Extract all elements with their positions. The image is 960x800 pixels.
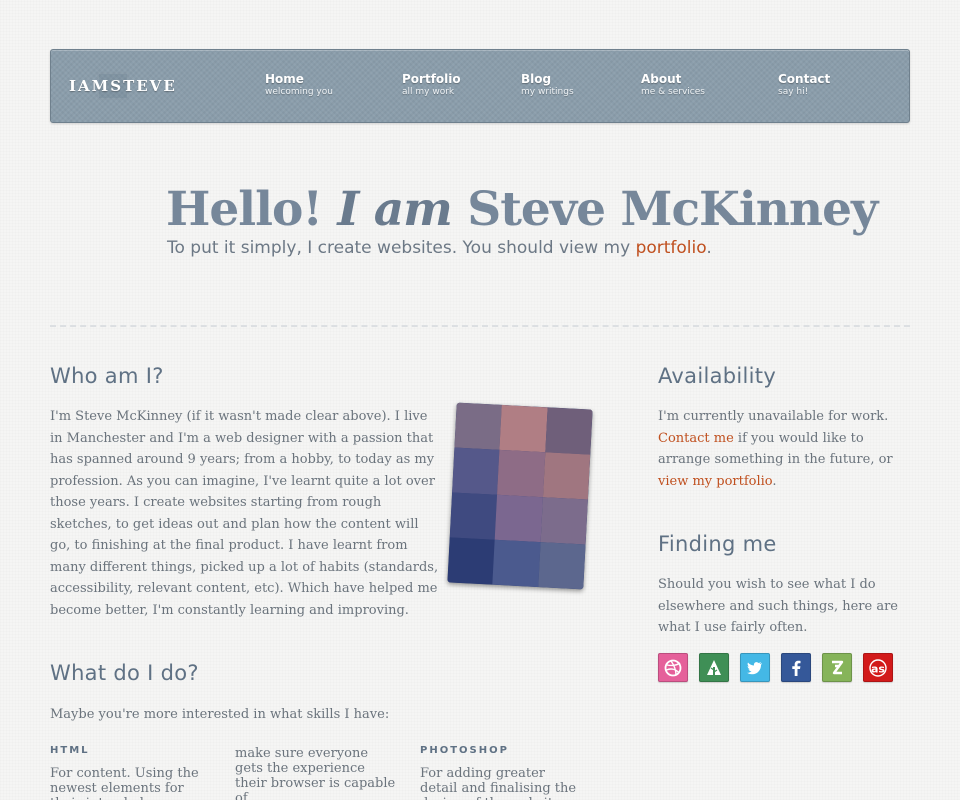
facebook-icon[interactable] [781,653,811,682]
hero-subtitle: To put it simply, I create websites. You… [167,238,712,258]
lastfm-icon[interactable]: as [863,653,893,682]
portfolio-link[interactable]: portfolio [636,238,707,258]
nav-item-title: Blog [521,72,552,86]
nav-item-blog[interactable]: Blog my writings [521,72,574,98]
nav-item-contact[interactable]: Contact say hi! [778,72,830,98]
nav-item-title: Contact [778,72,831,86]
nav-item-home[interactable]: Home welcoming you [265,72,333,98]
hero-hello: Hello! [166,182,338,237]
contact-link[interactable]: Contact me [658,431,734,446]
hero-title: Hello! I am Steve McKinney [166,180,878,240]
who-heading: Who am I? [50,364,164,388]
hero-sub-end: . [706,238,712,258]
nav-item-subtitle: say hi! [778,87,809,97]
site-navigation: IAMSTEVE Home welcoming you Portfolio al… [50,49,910,123]
nav-item-subtitle: welcoming you [265,87,333,97]
skill-text-css: make sure everyone gets the experience t… [235,746,396,800]
finding-heading: Finding me [658,532,777,556]
profile-photo [447,402,593,590]
view-portfolio-link[interactable]: view my portfolio [658,474,772,489]
what-heading: What do I do? [50,661,199,685]
who-body: I'm Steve McKinney (if it wasn't made cl… [50,409,439,618]
availability-line: I'm currently unavailable for work. [658,409,889,424]
nav-item-title: Portfolio [402,72,461,86]
hero-sub-text: To put it simply, I create websites. You… [167,238,636,258]
nav-item-portfolio[interactable]: Portfolio all my work [402,72,461,98]
availability-heading: Availability [658,364,777,388]
dribbble-icon[interactable] [658,653,688,682]
site-logo[interactable]: IAMSTEVE [69,77,177,95]
zerply-icon[interactable] [822,653,852,682]
section-divider [50,325,910,327]
nav-item-about[interactable]: About me & services [641,72,705,98]
availability-end: . [772,473,777,489]
hero-name: Steve McKinney [451,182,878,237]
nav-item-subtitle: all my work [402,87,455,97]
forrst-icon[interactable] [699,653,729,682]
nav-item-subtitle: me & services [641,87,705,97]
availability-body: I'm currently unavailable for work. Conta… [658,406,913,492]
skill-label-photoshop: PHOTOSHOP [420,745,509,756]
nav-item-title: About [641,72,682,86]
hero-iam: I am [337,182,453,237]
what-intro: Maybe you're more interested in what ski… [50,707,390,722]
nav-item-title: Home [265,72,304,86]
skill-text-html: For content. Using the newest elements f… [50,766,212,800]
skill-text-photoshop: For adding greater detail and finalising… [420,766,577,800]
skill-label-html: HTML [50,745,90,756]
finding-body: Should you wish to see what I do elsewhe… [658,577,899,635]
nav-item-subtitle: my writings [521,87,574,97]
twitter-icon[interactable] [740,653,770,682]
